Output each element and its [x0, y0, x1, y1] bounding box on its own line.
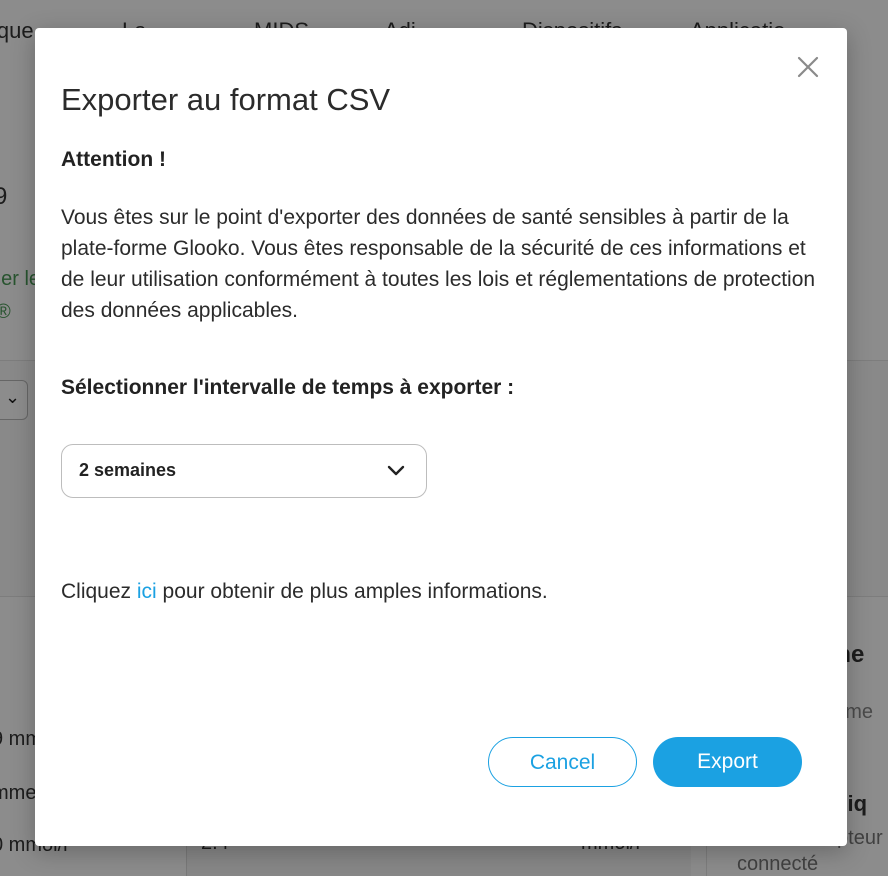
cancel-button[interactable]: Cancel	[488, 737, 637, 787]
info-text: Cliquez ici pour obtenir de plus amples …	[61, 580, 548, 604]
time-range-select[interactable]: 2 semaines	[61, 444, 427, 498]
time-range-value: 2 semaines	[79, 460, 177, 480]
export-button[interactable]: Export	[653, 737, 802, 787]
info-prefix: Cliquez	[61, 580, 137, 603]
info-link[interactable]: ici	[137, 580, 157, 603]
time-range-label: Sélectionner l'intervalle de temps à exp…	[61, 376, 515, 399]
dialog-title: Exporter au format CSV	[61, 82, 391, 117]
info-suffix: pour obtenir de plus amples informations…	[156, 580, 548, 603]
close-icon	[797, 56, 819, 78]
attention-heading: Attention !	[61, 148, 166, 171]
chevron-down-icon	[387, 465, 405, 476]
close-button[interactable]	[795, 54, 821, 80]
warning-text: Vous êtes sur le point d'exporter des do…	[61, 206, 816, 322]
export-csv-dialog: Exporter au format CSV Attention ! Vous …	[35, 28, 847, 846]
